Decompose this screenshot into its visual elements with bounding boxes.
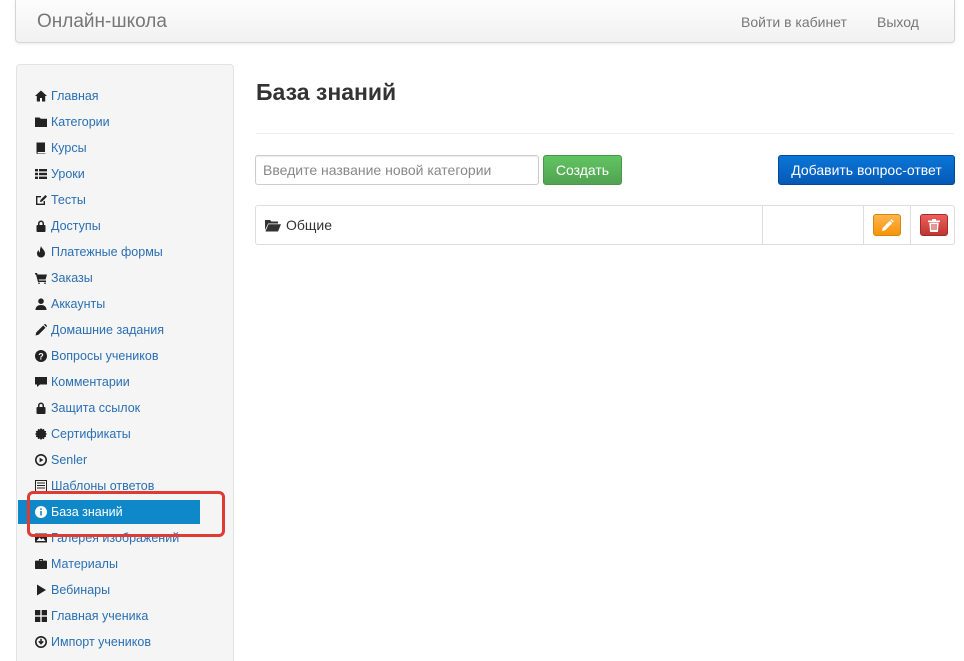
folder-open-icon xyxy=(265,219,281,232)
sidebar-item-label: Тесты xyxy=(51,193,86,207)
pencil-icon xyxy=(881,218,894,231)
divider xyxy=(256,133,954,134)
sidebar-item-label: Галерея изображений xyxy=(51,531,180,545)
sidebar-item-10[interactable]: Домашние задания xyxy=(18,318,200,342)
add-qa-button[interactable]: Добавить вопрос-ответ xyxy=(778,155,955,185)
import-icon xyxy=(34,636,47,649)
sidebar-item-label: Вопросы учеников xyxy=(51,349,159,363)
sidebar-item-12[interactable]: Комментарии xyxy=(18,370,200,394)
create-button[interactable]: Создать xyxy=(543,155,622,185)
login-link[interactable]: Войти в кабинет xyxy=(741,14,847,30)
sidebar-item-16[interactable]: Шаблоны ответов xyxy=(18,474,200,498)
sidebar-item-label: Уроки xyxy=(51,167,85,181)
lock-icon xyxy=(34,220,47,233)
lock-icon xyxy=(34,402,47,415)
play-icon xyxy=(34,584,47,597)
cell-divider xyxy=(863,206,864,244)
question-icon: ? xyxy=(34,350,47,363)
sidebar-item-label: Защита ссылок xyxy=(51,401,141,415)
sidebar-item-7[interactable]: Платежные формы xyxy=(18,240,200,264)
home-icon xyxy=(34,90,47,103)
sidebar-item-label: Материалы xyxy=(51,557,118,571)
trash-icon xyxy=(928,218,940,232)
sidebar-item-9[interactable]: Аккаунты xyxy=(18,292,200,316)
sidebar-item-22[interactable]: Импорт учеников xyxy=(18,630,200,654)
sidebar-item-label: Домашние задания xyxy=(51,323,165,337)
fire-icon xyxy=(34,246,47,259)
sidebar-item-18[interactable]: Галерея изображений xyxy=(18,526,200,550)
pencil-icon xyxy=(34,324,47,337)
user-icon xyxy=(34,298,47,311)
info-icon xyxy=(34,506,47,519)
sidebar-item-17[interactable]: База знаний xyxy=(18,500,200,524)
page-title: База знаний xyxy=(256,79,397,105)
sidebar-item-label: Шаблоны ответов xyxy=(51,479,155,493)
sidebar-item-14[interactable]: Сертификаты xyxy=(18,422,200,446)
sidebar-item-label: База знаний xyxy=(51,505,123,519)
sidebar-item-3[interactable]: Курсы xyxy=(18,136,200,160)
sidebar-item-19[interactable]: Материалы xyxy=(18,552,200,576)
sidebar-item-label: Главная xyxy=(51,89,99,103)
book-icon xyxy=(34,142,47,155)
picture-icon xyxy=(34,532,47,545)
briefcase-icon xyxy=(34,558,47,571)
sidebar-item-label: Доступы xyxy=(51,219,101,233)
certificate-icon xyxy=(34,428,47,441)
brand-title[interactable]: Онлайн-школа xyxy=(37,11,167,33)
cell-divider xyxy=(762,206,763,244)
sidebar-item-label: Комментарии xyxy=(51,375,130,389)
sidebar-item-label: Категории xyxy=(51,115,110,129)
category-row: Общие xyxy=(255,205,955,245)
edit-category-button[interactable] xyxy=(873,214,901,236)
sidebar-item-label: Главная ученика xyxy=(51,609,149,623)
sidebar-item-1[interactable]: Главная xyxy=(18,84,200,108)
list-alt-icon xyxy=(34,480,47,493)
sidebar-item-20[interactable]: Вебинары xyxy=(18,578,200,602)
sidebar-item-label: Аккаунты xyxy=(51,297,106,311)
folder-icon xyxy=(34,116,47,129)
sidebar-item-label: Senler xyxy=(51,453,88,467)
cell-divider xyxy=(910,206,911,244)
new-category-input[interactable] xyxy=(255,155,539,185)
edit-icon xyxy=(34,194,47,207)
sidebar-item-label: Импорт учеников xyxy=(51,635,151,649)
cart-icon xyxy=(34,272,47,285)
sidebar-item-11[interactable]: ? Вопросы учеников xyxy=(18,344,200,368)
top-navbar: Онлайн-школа Войти в кабинет Выход xyxy=(15,0,955,43)
category-name[interactable]: Общие xyxy=(265,217,332,233)
sidebar-item-label: Заказы xyxy=(51,271,93,285)
comment-icon xyxy=(34,376,47,389)
delete-category-button[interactable] xyxy=(920,214,948,236)
play-circle-icon xyxy=(34,454,47,467)
list-icon xyxy=(34,168,47,181)
th-large-icon xyxy=(34,610,47,623)
sidebar-item-8[interactable]: Заказы xyxy=(18,266,200,290)
sidebar-item-6[interactable]: Доступы xyxy=(18,214,200,238)
sidebar-item-21[interactable]: Главная ученика xyxy=(18,604,200,628)
svg-text:?: ? xyxy=(38,351,44,361)
sidebar-item-label: Сертификаты xyxy=(51,427,131,441)
sidebar-item-4[interactable]: Уроки xyxy=(18,162,200,186)
sidebar-item-13[interactable]: Защита ссылок xyxy=(18,396,200,420)
sidebar-item-5[interactable]: Тесты xyxy=(18,188,200,212)
sidebar-item-label: Курсы xyxy=(51,141,87,155)
sidebar-item-label: Вебинары xyxy=(51,583,111,597)
sidebar-item-2[interactable]: Категории xyxy=(18,110,200,134)
sidebar-item-label: Платежные формы xyxy=(51,245,163,259)
sidebar-item-15[interactable]: Senler xyxy=(18,448,200,472)
logout-link[interactable]: Выход xyxy=(877,14,919,30)
